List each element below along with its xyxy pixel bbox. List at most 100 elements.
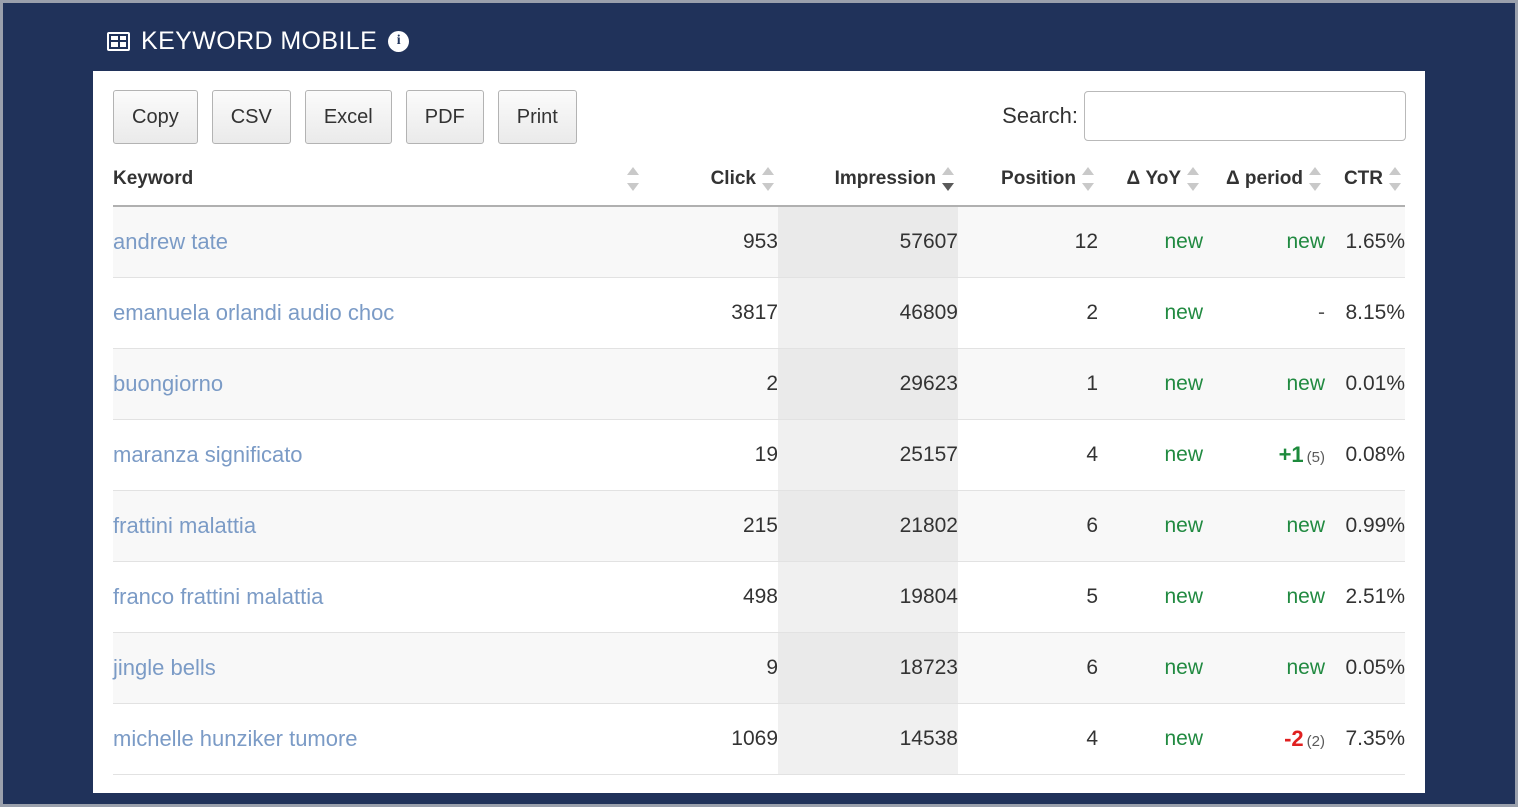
cell-yoy: new [1098, 632, 1203, 704]
cell-keyword: buongiorno [113, 348, 643, 420]
period-value: - [1318, 300, 1325, 324]
cell-yoy: new [1098, 277, 1203, 349]
column-header-ctr[interactable]: CTR [1325, 153, 1405, 207]
sort-arrows-position[interactable] [1082, 166, 1094, 192]
cell-impression: 29623 [778, 348, 958, 420]
cell-ctr: 1.65% [1325, 206, 1405, 278]
cell-position: 6 [958, 632, 1098, 704]
cell-yoy: new [1098, 348, 1203, 420]
export-button-group: Copy CSV Excel PDF Print [113, 90, 577, 144]
cell-ctr: 0.08% [1325, 419, 1405, 491]
keyword-link[interactable]: andrew tate [113, 229, 228, 254]
sort-arrows-period[interactable] [1309, 166, 1321, 192]
table-row[interactable]: jingle bells 9 18723 6 new new 0.05% [113, 632, 1405, 704]
cell-period: new [1203, 632, 1325, 704]
column-header-yoy[interactable]: Δ YoY [1098, 153, 1203, 207]
cell-position: 12 [958, 206, 1098, 278]
cell-click: 215 [643, 490, 778, 562]
cell-period: new [1203, 490, 1325, 562]
cell-ctr: 8.15% [1325, 277, 1405, 349]
cell-yoy: new [1098, 703, 1203, 775]
table-row[interactable]: andrew tate 953 57607 12 new new 1.65% [113, 206, 1405, 278]
period-value: new [1286, 513, 1325, 537]
copy-button[interactable]: Copy [113, 90, 198, 144]
keyword-link[interactable]: frattini malattia [113, 513, 256, 538]
column-header-impression-label: Impression [834, 168, 936, 189]
keyword-link[interactable]: maranza significato [113, 442, 303, 467]
keyword-link[interactable]: jingle bells [113, 655, 216, 680]
cell-position: 2 [958, 277, 1098, 349]
cell-click: 2 [643, 348, 778, 420]
cell-position: 1 [958, 348, 1098, 420]
cell-impression: 18723 [778, 632, 958, 704]
table-row[interactable]: franco frattini malattia 498 19804 5 new new 2… [113, 561, 1405, 633]
cell-keyword: michelle hunziker tumore [113, 703, 643, 775]
column-header-period[interactable]: Δ period [1203, 153, 1325, 207]
page-title: KEYWORD MOBILE [141, 26, 378, 55]
cell-click: 9 [643, 632, 778, 704]
cell-yoy: new [1098, 561, 1203, 633]
column-header-yoy-label: Δ YoY [1126, 168, 1181, 189]
print-button[interactable]: Print [497, 90, 577, 144]
column-header-keyword[interactable]: Keyword [113, 153, 643, 207]
sort-arrows-yoy[interactable] [1187, 166, 1199, 192]
column-header-position-label: Position [1001, 168, 1076, 189]
yoy-value: new [1164, 229, 1203, 253]
table-row[interactable]: michelle hunziker tumore 1069 14538 4 new -2(… [113, 703, 1405, 775]
period-value: new [1286, 229, 1325, 253]
datatable-panel: Copy CSV Excel PDF Print Search: Keyword [93, 71, 1425, 793]
table-row[interactable]: emanuela orlandi audio choc 3817 46809 2 new… [113, 277, 1405, 349]
table-row[interactable]: maranza significato 19 25157 4 new +1 (5) 0.08% [113, 419, 1405, 491]
cell-click: 498 [643, 561, 778, 633]
pdf-button[interactable]: PDF [405, 90, 484, 144]
yoy-value: new [1164, 300, 1203, 324]
column-header-click[interactable]: Click [643, 153, 778, 207]
cell-period: - [1203, 277, 1325, 349]
yoy-value: new [1164, 584, 1203, 608]
cell-period: -2 (2) [1203, 703, 1325, 775]
info-circle-icon[interactable]: i [388, 30, 410, 52]
cell-period: +1 (5) [1203, 419, 1325, 491]
cell-period: new [1203, 348, 1325, 420]
column-header-ctr-label: CTR [1343, 168, 1383, 189]
keyword-link[interactable]: emanuela orlandi audio choc [113, 300, 394, 325]
cell-impression: 14538 [778, 703, 958, 775]
csv-button[interactable]: CSV [211, 90, 291, 144]
excel-button[interactable]: Excel [304, 90, 392, 144]
cell-impression: 25157 [778, 419, 958, 491]
column-header-impression[interactable]: Impression [778, 153, 958, 207]
cell-yoy: new [1098, 206, 1203, 278]
cell-ctr: 7.35% [1325, 703, 1405, 775]
sort-arrows-keyword[interactable] [627, 166, 639, 192]
cell-click: 3817 [643, 277, 778, 349]
column-header-click-label: Click [710, 168, 756, 189]
period-value: new [1286, 584, 1325, 608]
column-header-keyword-label: Keyword [113, 168, 194, 189]
table-row[interactable]: frattini malattia 215 21802 6 new new 0.99% [113, 490, 1405, 562]
cell-impression: 57607 [778, 206, 958, 278]
period-value: +1 [1278, 441, 1304, 467]
cell-impression: 21802 [778, 490, 958, 562]
sort-arrows-impression[interactable] [942, 166, 954, 192]
cell-click: 19 [643, 419, 778, 491]
search-input[interactable] [1084, 91, 1406, 141]
table-row[interactable]: buongiorno 2 29623 1 new new 0.01% [113, 348, 1405, 420]
datatable-toolbar: Copy CSV Excel PDF Print Search: [93, 71, 1425, 153]
yoy-value: new [1164, 513, 1203, 537]
period-value: -2 [1284, 725, 1304, 751]
sort-arrows-ctr[interactable] [1389, 166, 1401, 192]
cell-yoy: new [1098, 490, 1203, 562]
cell-impression: 46809 [778, 277, 958, 349]
cell-click: 953 [643, 206, 778, 278]
keyword-link[interactable]: michelle hunziker tumore [113, 726, 358, 751]
table-header: Keyword Click Impression Position Δ YoY … [113, 153, 1405, 207]
keyword-link[interactable]: buongiorno [113, 371, 223, 396]
cell-period: new [1203, 561, 1325, 633]
yoy-value: new [1164, 371, 1203, 395]
column-header-position[interactable]: Position [958, 153, 1098, 207]
dashboard-frame: KEYWORD MOBILE i Copy CSV Excel PDF Prin… [0, 0, 1518, 807]
cell-position: 4 [958, 419, 1098, 491]
period-value: new [1286, 371, 1325, 395]
sort-arrows-click[interactable] [762, 166, 774, 192]
keyword-link[interactable]: franco frattini malattia [113, 584, 323, 609]
